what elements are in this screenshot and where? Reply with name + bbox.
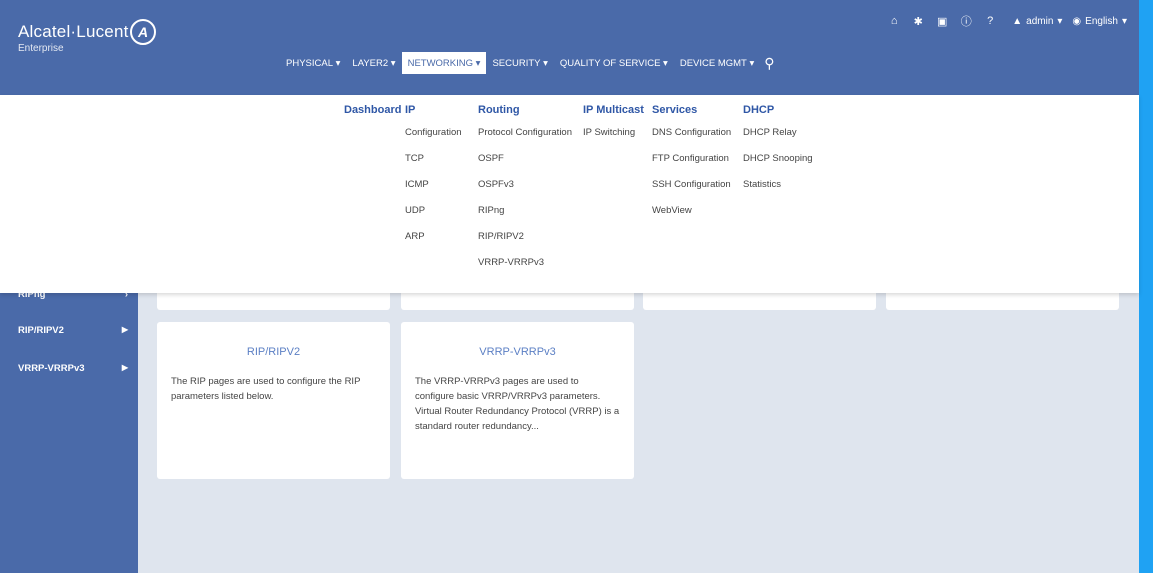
header: Alcatel·Lucent Enterprise A ⌂ ✱ ▣ ⓘ ? ▲ …: [0, 0, 1139, 95]
brand-subtitle: Enterprise: [18, 43, 64, 54]
chevron-down-icon: ▾: [1057, 15, 1063, 27]
top-toolbar: ⌂ ✱ ▣ ⓘ ? ▲ admin ▾ ◉ English ▾: [882, 13, 1127, 29]
main-nav: PHYSICAL ▾ LAYER2 ▾ NETWORKING ▾ SECURIT…: [280, 52, 775, 74]
sidebar-item-vrrp-vrrpv3[interactable]: VRRP-VRRPv3 ▶: [18, 363, 128, 374]
menu-item[interactable]: UDP: [405, 198, 462, 224]
mega-head-routing: Routing: [478, 104, 520, 116]
mega-col-services: Services DNS Configuration FTP Configura…: [652, 100, 731, 224]
user-menu[interactable]: ▲ admin ▾: [1012, 16, 1062, 27]
menu-item[interactable]: DHCP Relay: [743, 120, 813, 146]
info-icon[interactable]: ⓘ: [954, 13, 978, 29]
menu-item[interactable]: WebView: [652, 198, 731, 224]
gear-icon[interactable]: ✱: [906, 15, 930, 28]
right-edge-bar: [1139, 0, 1153, 573]
menu-item[interactable]: Configuration: [405, 120, 462, 146]
menu-item[interactable]: DNS Configuration: [652, 120, 731, 146]
mega-head-multicast: IP Multicast: [583, 104, 644, 116]
mega-col-routing: Routing Protocol Configuration OSPF OSPF…: [478, 100, 572, 276]
card-description: The VRRP-VRRPv3 pages are used to config…: [415, 376, 620, 432]
menu-item[interactable]: SSH Configuration: [652, 172, 731, 198]
menu-item[interactable]: ARP: [405, 224, 462, 250]
nav-physical[interactable]: PHYSICAL ▾: [280, 52, 346, 74]
menu-item[interactable]: RIPng: [478, 198, 572, 224]
mega-head-dhcp: DHCP: [743, 104, 775, 116]
menu-item[interactable]: Protocol Configuration: [478, 120, 572, 146]
nav-networking[interactable]: NETWORKING ▾: [401, 52, 487, 74]
sidebar-item-label: RIP/RIPV2: [18, 325, 64, 336]
help-icon[interactable]: ?: [978, 15, 1002, 27]
menu-item[interactable]: VRRP-VRRPv3: [478, 250, 572, 276]
mega-head-ip: IP: [405, 104, 416, 116]
language-menu[interactable]: ◉ English ▾: [1072, 16, 1127, 27]
mega-col-dhcp: DHCP DHCP Relay DHCP Snooping Statistics: [743, 100, 813, 198]
menu-item[interactable]: IP Switching: [583, 120, 644, 146]
mega-col-multicast: IP Multicast IP Switching: [583, 100, 644, 146]
save-icon[interactable]: ▣: [930, 15, 954, 28]
globe-icon: ◉: [1072, 15, 1082, 27]
mega-dashboard-link[interactable]: Dashboard: [344, 100, 401, 120]
card-rip-ripv2[interactable]: RIP/RIPV2 The RIP pages are used to conf…: [157, 322, 390, 479]
home-icon[interactable]: ⌂: [882, 15, 906, 27]
sidebar-item-label: VRRP-VRRPv3: [18, 363, 85, 374]
mega-head-services: Services: [652, 104, 698, 116]
card-description: The RIP pages are used to configure the …: [171, 376, 361, 402]
brand-name: Alcatel·Lucent: [18, 22, 129, 41]
card-title[interactable]: RIP/RIPV2: [157, 346, 390, 358]
brand-logo[interactable]: Alcatel·Lucent Enterprise A: [18, 19, 156, 54]
menu-item[interactable]: Statistics: [743, 172, 813, 198]
menu-item[interactable]: RIP/RIPV2: [478, 224, 572, 250]
menu-item[interactable]: ICMP: [405, 172, 462, 198]
nav-security[interactable]: SECURITY ▾: [486, 52, 553, 74]
menu-item[interactable]: DHCP Snooping: [743, 146, 813, 172]
card-vrrp-vrrpv3[interactable]: VRRP-VRRPv3 The VRRP-VRRPv3 pages are us…: [401, 322, 634, 479]
brand-mark-icon: A: [130, 19, 156, 45]
sidebar-item-rip-ripv2[interactable]: RIP/RIPV2 ▶: [18, 325, 128, 336]
mega-col-ip: IP Configuration TCP ICMP UDP ARP: [405, 100, 462, 250]
chevron-right-icon: ▶: [121, 363, 128, 372]
user-icon: ▲: [1012, 15, 1023, 27]
search-icon[interactable]: ⚲: [764, 52, 774, 74]
chevron-down-icon: ▾: [1121, 15, 1127, 27]
nav-device-mgmt[interactable]: DEVICE MGMT ▾: [674, 52, 760, 74]
card-title[interactable]: VRRP-VRRPv3: [401, 346, 634, 358]
nav-quality-of-service[interactable]: QUALITY OF SERVICE ▾: [554, 52, 674, 74]
networking-mega-menu: Dashboard IP Configuration TCP ICMP UDP …: [0, 95, 1139, 293]
user-name: admin: [1026, 15, 1054, 27]
chevron-right-icon: ▶: [121, 325, 128, 334]
menu-item[interactable]: OSPF: [478, 146, 572, 172]
nav-layer2[interactable]: LAYER2 ▾: [346, 52, 401, 74]
language-label: English: [1085, 15, 1118, 27]
menu-item[interactable]: TCP: [405, 146, 462, 172]
menu-item[interactable]: FTP Configuration: [652, 146, 731, 172]
mega-col-dashboard: Dashboard: [344, 100, 401, 120]
menu-item[interactable]: OSPFv3: [478, 172, 572, 198]
